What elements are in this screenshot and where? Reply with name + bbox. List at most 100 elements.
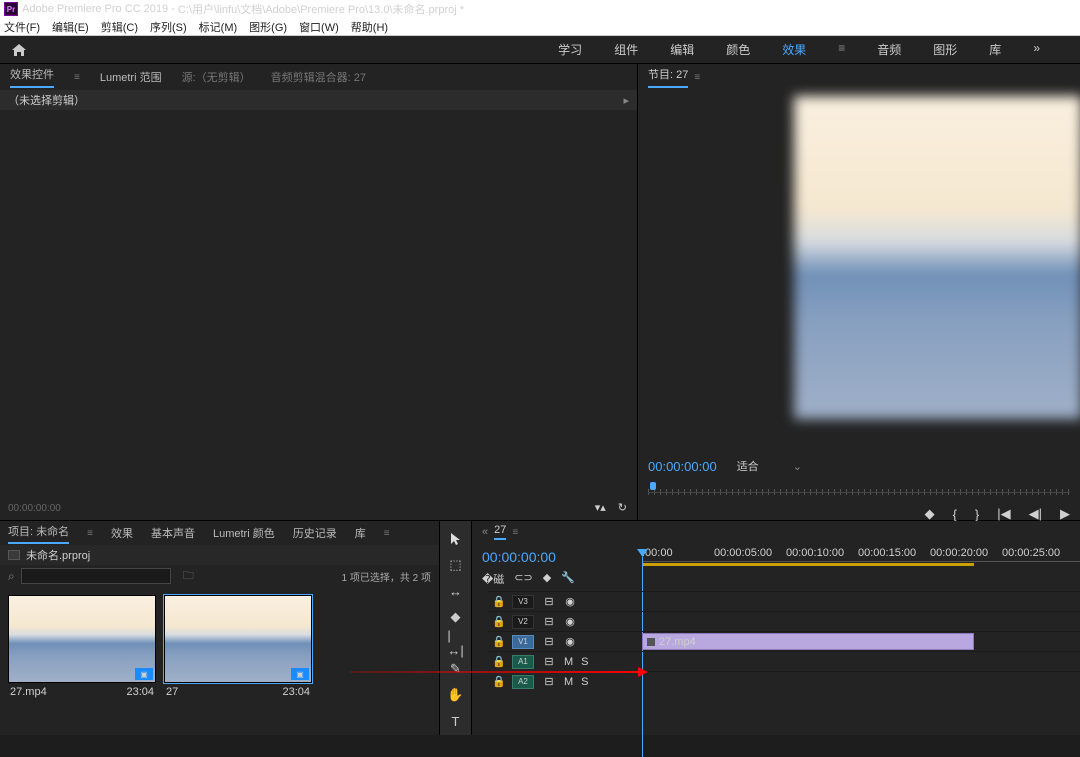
menu-edit[interactable]: 编辑(E) [52, 19, 89, 35]
lock-icon[interactable]: 🔒 [494, 675, 504, 688]
solo-button[interactable]: S [581, 676, 588, 688]
project-item[interactable]: ▣ 27 23:04 [164, 595, 312, 701]
chevron-down-icon[interactable]: ⌄ [793, 460, 802, 473]
mark-in-button[interactable]: { [953, 507, 957, 522]
snap-icon[interactable]: �磁 [482, 571, 504, 587]
timeline-clip[interactable]: 27.mp4 [642, 633, 974, 650]
track-header-v2[interactable]: 🔒 V2 ⊟ ◉ [488, 611, 642, 631]
step-back-button[interactable]: ◀| [1029, 506, 1042, 522]
libraries-menu-icon[interactable]: ≡ [384, 528, 390, 539]
linked-selection-icon[interactable]: ⊂⊃ [514, 571, 532, 587]
tab-menu-icon[interactable]: ≡ [74, 72, 80, 83]
track-content[interactable]: 27.mp4 [642, 591, 1080, 735]
pen-tool[interactable]: ✎ [448, 661, 464, 677]
tab-source[interactable]: 源:（无剪辑） [182, 69, 251, 85]
tab-project[interactable]: 项目: 未命名 [8, 523, 69, 544]
folder-icon[interactable]: 🗀 [183, 567, 194, 586]
sync-lock-icon[interactable]: ⊟ [542, 675, 556, 688]
sync-lock-icon[interactable]: ⊟ [542, 595, 556, 608]
track-label[interactable]: V1 [512, 635, 534, 649]
program-scrubber[interactable] [648, 482, 1070, 500]
track-header-v3[interactable]: 🔒 V3 ⊟ ◉ [488, 591, 642, 611]
marker-icon[interactable]: ◆ [543, 571, 551, 587]
timeline-menu-icon[interactable]: ≡ [512, 527, 518, 538]
track-header-a1[interactable]: 🔒 A1 ⊟ M S [488, 651, 642, 671]
ws-assembly[interactable]: 组件 [614, 41, 638, 58]
effect-zoom-icon[interactable]: ▾▴ [595, 501, 606, 514]
eye-icon[interactable]: ◉ [564, 615, 576, 628]
ws-color[interactable]: 颜色 [726, 41, 750, 58]
tab-lumetri-color[interactable]: Lumetri 颜色 [213, 525, 275, 541]
search-input[interactable] [21, 568, 171, 584]
razor-tool[interactable]: ◆ [448, 609, 464, 625]
ws-library[interactable]: 库 [989, 41, 1001, 58]
lock-icon[interactable]: 🔒 [494, 595, 504, 608]
track-label[interactable]: V3 [512, 595, 534, 609]
program-timecode[interactable]: 00:00:00:00 [648, 459, 717, 474]
project-menu-icon[interactable]: ≡ [87, 528, 93, 539]
timeline-ruler[interactable]: :00:00 00:00:05:00 00:00:10:00 00:00:15:… [642, 543, 1080, 585]
menu-window[interactable]: 窗口(W) [299, 19, 339, 35]
work-area-bar[interactable] [642, 563, 974, 566]
effect-loop-icon[interactable]: ↻ [618, 501, 627, 514]
tab-program[interactable]: 节目: 27 [648, 66, 688, 88]
ws-graphics[interactable]: 图形 [933, 41, 957, 58]
menu-help[interactable]: 帮助(H) [351, 19, 388, 35]
tab-essential-sound[interactable]: 基本声音 [151, 525, 195, 541]
ws-effects-menu-icon[interactable]: ≡ [838, 41, 845, 58]
tab-sequence[interactable]: 27 [494, 524, 506, 540]
eye-icon[interactable]: ◉ [564, 635, 576, 648]
ws-learn[interactable]: 学习 [558, 41, 582, 58]
hand-tool[interactable]: ✋ [448, 687, 464, 703]
ripple-edit-tool[interactable]: ↔ [448, 583, 464, 599]
sync-lock-icon[interactable]: ⊟ [542, 655, 556, 668]
menu-graphics[interactable]: 图形(G) [249, 19, 287, 35]
home-icon[interactable] [10, 42, 28, 58]
type-tool[interactable]: T [448, 713, 464, 729]
program-zoom-fit[interactable]: 适合 [737, 458, 759, 474]
mute-button[interactable]: M [564, 676, 573, 688]
menu-marker[interactable]: 标记(M) [199, 19, 238, 35]
expand-icon[interactable]: ▸ [623, 94, 629, 107]
search-icon[interactable]: ⌕ [8, 569, 15, 584]
ws-overflow[interactable]: » [1033, 41, 1040, 58]
solo-button[interactable]: S [581, 656, 588, 668]
sync-lock-icon[interactable]: ⊟ [542, 615, 556, 628]
tab-libraries[interactable]: 库 [355, 525, 366, 541]
track-header-v1[interactable]: 🔒 V1 ⊟ ◉ [488, 631, 642, 651]
ws-effects[interactable]: 效果 [782, 41, 806, 58]
mark-out-button[interactable]: } [975, 507, 979, 522]
tab-audio-mixer[interactable]: 音频剪辑混合器: 27 [271, 69, 366, 85]
track-select-tool[interactable]: ⬚ [448, 557, 464, 573]
timeline-timecode[interactable]: 00:00:00:00 [482, 547, 632, 571]
track-label[interactable]: V2 [512, 615, 534, 629]
lock-icon[interactable]: 🔒 [494, 615, 504, 628]
play-button[interactable]: ▶ [1060, 506, 1070, 522]
tab-effects[interactable]: 效果 [111, 525, 133, 541]
menu-clip[interactable]: 剪辑(C) [101, 19, 138, 35]
goto-in-button[interactable]: |◀ [997, 506, 1010, 522]
ws-editing[interactable]: 编辑 [670, 41, 694, 58]
lock-icon[interactable]: 🔒 [494, 655, 504, 668]
mute-button[interactable]: M [564, 656, 573, 668]
timeline-nav-icon[interactable]: « [482, 526, 488, 538]
track-label[interactable]: A1 [512, 655, 534, 669]
slip-tool[interactable]: |↔| [448, 635, 464, 651]
eye-icon[interactable]: ◉ [564, 595, 576, 608]
tab-lumetri-scopes[interactable]: Lumetri 范围 [100, 69, 162, 85]
tab-effect-controls[interactable]: 效果控件 [10, 66, 54, 88]
project-item[interactable]: ▣ 27.mp4 23:04 [8, 595, 156, 701]
lock-icon[interactable]: 🔒 [494, 635, 504, 648]
program-monitor[interactable] [794, 96, 1080, 419]
track-label[interactable]: A2 [512, 675, 534, 689]
sync-lock-icon[interactable]: ⊟ [542, 635, 556, 648]
menu-file[interactable]: 文件(F) [4, 19, 40, 35]
program-playhead[interactable] [648, 482, 658, 496]
track-header-a2[interactable]: 🔒 A2 ⊟ M S [488, 671, 642, 691]
menu-sequence[interactable]: 序列(S) [150, 19, 187, 35]
program-menu-icon[interactable]: ≡ [694, 72, 700, 83]
ws-audio[interactable]: 音频 [877, 41, 901, 58]
marker-button[interactable]: ◆ [925, 506, 935, 522]
selection-tool[interactable] [448, 531, 464, 547]
tab-history[interactable]: 历史记录 [293, 525, 337, 541]
